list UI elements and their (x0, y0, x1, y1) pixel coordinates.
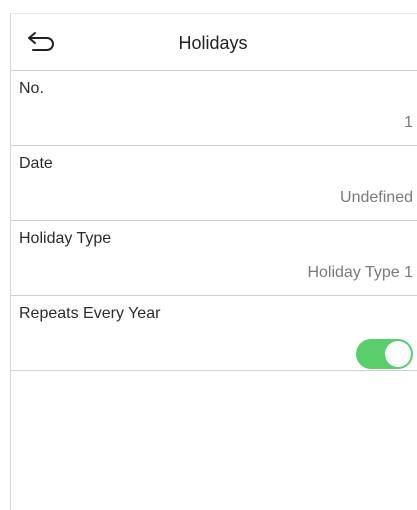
back-arrow-icon (28, 32, 54, 51)
row-holiday-type-value: Holiday Type 1 (307, 264, 413, 281)
row-date[interactable]: Date Undefined (11, 146, 417, 221)
repeats-every-year-toggle[interactable] (356, 339, 413, 369)
back-button[interactable] (25, 27, 61, 57)
row-holiday-type[interactable]: Holiday Type Holiday Type 1 (11, 221, 417, 296)
row-holiday-type-label: Holiday Type (19, 230, 112, 247)
row-repeats-every-year: Repeats Every Year (11, 296, 417, 371)
row-date-label: Date (19, 155, 53, 172)
holidays-screen: Holidays No. 1 Date Undefined Holiday Ty… (10, 13, 417, 510)
toggle-knob (385, 341, 411, 367)
row-number-value: 1 (404, 114, 413, 131)
header-bar: Holidays (11, 14, 417, 71)
page-title: Holidays (178, 33, 248, 53)
row-repeats-every-year-label: Repeats Every Year (19, 305, 161, 322)
row-number[interactable]: No. 1 (11, 71, 417, 146)
row-number-label: No. (19, 80, 44, 97)
row-date-value: Undefined (340, 189, 413, 206)
